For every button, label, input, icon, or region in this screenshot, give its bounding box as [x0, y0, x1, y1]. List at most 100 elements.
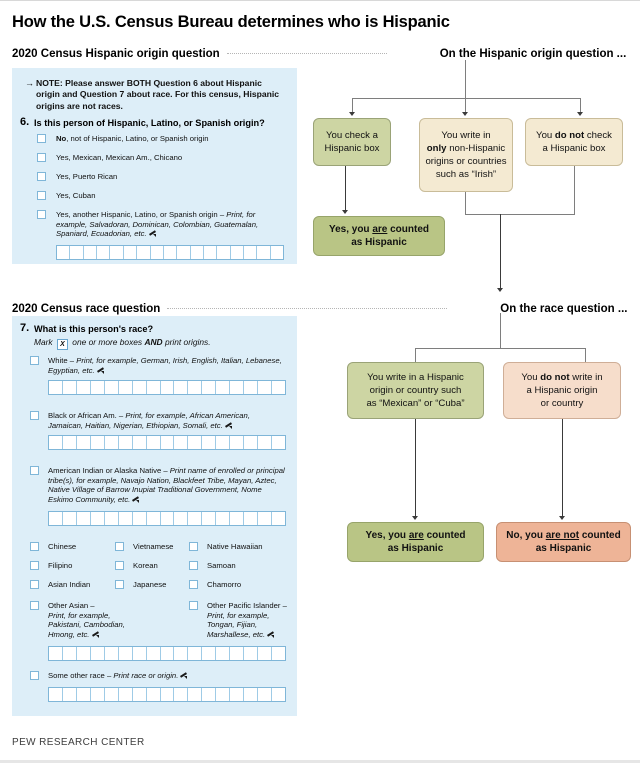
write-in-grid-other[interactable]: [48, 646, 286, 661]
write-in-cell[interactable]: [110, 246, 124, 259]
write-in-cell[interactable]: [77, 381, 91, 394]
write-in-cell[interactable]: [77, 688, 91, 701]
checkbox-chamorro[interactable]: [189, 580, 198, 589]
write-in-cell[interactable]: [204, 246, 218, 259]
write-in-cell[interactable]: [174, 512, 189, 525]
write-in-cell[interactable]: [191, 246, 204, 259]
write-in-cell[interactable]: [244, 246, 258, 259]
write-in-cell[interactable]: [91, 436, 105, 449]
write-in-cell[interactable]: [174, 647, 189, 660]
write-in-cell[interactable]: [188, 381, 203, 394]
checkbox-other-pacific[interactable]: [189, 601, 198, 610]
write-in-cell[interactable]: [63, 688, 77, 701]
checkbox-japanese[interactable]: [115, 580, 124, 589]
checkbox-race-white[interactable]: [30, 356, 39, 365]
write-in-cell[interactable]: [244, 381, 259, 394]
checkbox-samoan[interactable]: [189, 561, 198, 570]
write-in-cell[interactable]: [119, 512, 133, 525]
write-in-cell[interactable]: [77, 512, 91, 525]
write-in-cell[interactable]: [244, 647, 259, 660]
write-in-cell[interactable]: [63, 512, 77, 525]
write-in-cell[interactable]: [164, 246, 178, 259]
write-in-cell[interactable]: [49, 688, 63, 701]
write-in-cell[interactable]: [147, 381, 161, 394]
write-in-cell[interactable]: [230, 647, 245, 660]
write-in-cell[interactable]: [216, 688, 231, 701]
write-in-cell[interactable]: [133, 647, 147, 660]
write-in-cell[interactable]: [174, 381, 189, 394]
write-in-cell[interactable]: [133, 436, 147, 449]
write-in-cell[interactable]: [63, 436, 77, 449]
write-in-grid-hispanic[interactable]: [56, 245, 284, 260]
write-in-cell[interactable]: [177, 246, 191, 259]
write-in-cell[interactable]: [217, 246, 231, 259]
checkbox-race-black[interactable]: [30, 411, 39, 420]
write-in-grid-aian[interactable]: [48, 511, 286, 526]
checkbox-hispanic-mexican[interactable]: [37, 153, 46, 162]
write-in-cell[interactable]: [161, 647, 175, 660]
checkbox-vietnamese[interactable]: [115, 542, 124, 551]
write-in-cell[interactable]: [244, 512, 259, 525]
write-in-cell[interactable]: [133, 512, 147, 525]
checkbox-race-aian[interactable]: [30, 466, 39, 475]
write-in-cell[interactable]: [188, 436, 203, 449]
write-in-cell[interactable]: [244, 436, 259, 449]
write-in-grid-some-other[interactable]: [48, 687, 286, 702]
write-in-cell[interactable]: [174, 688, 189, 701]
write-in-cell[interactable]: [133, 381, 147, 394]
write-in-cell[interactable]: [272, 381, 285, 394]
write-in-cell[interactable]: [258, 647, 272, 660]
write-in-cell[interactable]: [49, 647, 63, 660]
write-in-cell[interactable]: [216, 512, 231, 525]
checkbox-some-other-race[interactable]: [30, 671, 39, 680]
write-in-cell[interactable]: [202, 647, 217, 660]
write-in-cell[interactable]: [257, 246, 271, 259]
write-in-cell[interactable]: [97, 246, 111, 259]
write-in-cell[interactable]: [77, 436, 91, 449]
write-in-cell[interactable]: [151, 246, 164, 259]
write-in-cell[interactable]: [91, 688, 105, 701]
write-in-cell[interactable]: [119, 688, 133, 701]
write-in-cell[interactable]: [258, 436, 272, 449]
write-in-cell[interactable]: [272, 647, 285, 660]
write-in-cell[interactable]: [202, 381, 217, 394]
write-in-cell[interactable]: [230, 688, 245, 701]
write-in-cell[interactable]: [216, 381, 231, 394]
checkbox-chinese[interactable]: [30, 542, 39, 551]
write-in-cell[interactable]: [119, 381, 133, 394]
write-in-cell[interactable]: [202, 436, 217, 449]
write-in-cell[interactable]: [230, 512, 245, 525]
write-in-cell[interactable]: [119, 436, 133, 449]
write-in-cell[interactable]: [77, 647, 91, 660]
write-in-cell[interactable]: [137, 246, 151, 259]
write-in-cell[interactable]: [147, 512, 161, 525]
write-in-cell[interactable]: [271, 246, 283, 259]
write-in-cell[interactable]: [230, 381, 245, 394]
write-in-cell[interactable]: [119, 647, 133, 660]
write-in-cell[interactable]: [91, 512, 105, 525]
write-in-cell[interactable]: [70, 246, 84, 259]
write-in-cell[interactable]: [91, 647, 105, 660]
write-in-cell[interactable]: [244, 688, 259, 701]
write-in-cell[interactable]: [105, 381, 119, 394]
write-in-cell[interactable]: [161, 436, 175, 449]
write-in-cell[interactable]: [63, 381, 77, 394]
checkbox-filipino[interactable]: [30, 561, 39, 570]
write-in-cell[interactable]: [49, 436, 63, 449]
write-in-cell[interactable]: [202, 512, 217, 525]
write-in-cell[interactable]: [105, 436, 119, 449]
write-in-cell[interactable]: [230, 436, 245, 449]
write-in-cell[interactable]: [272, 688, 285, 701]
write-in-cell[interactable]: [91, 381, 105, 394]
write-in-cell[interactable]: [105, 647, 119, 660]
checkbox-korean[interactable]: [115, 561, 124, 570]
write-in-cell[interactable]: [174, 436, 189, 449]
write-in-cell[interactable]: [202, 688, 217, 701]
checkbox-native-hawaiian[interactable]: [189, 542, 198, 551]
write-in-cell[interactable]: [147, 436, 161, 449]
write-in-grid-black[interactable]: [48, 435, 286, 450]
write-in-cell[interactable]: [188, 647, 203, 660]
write-in-cell[interactable]: [124, 246, 138, 259]
write-in-cell[interactable]: [272, 512, 285, 525]
write-in-cell[interactable]: [216, 436, 231, 449]
